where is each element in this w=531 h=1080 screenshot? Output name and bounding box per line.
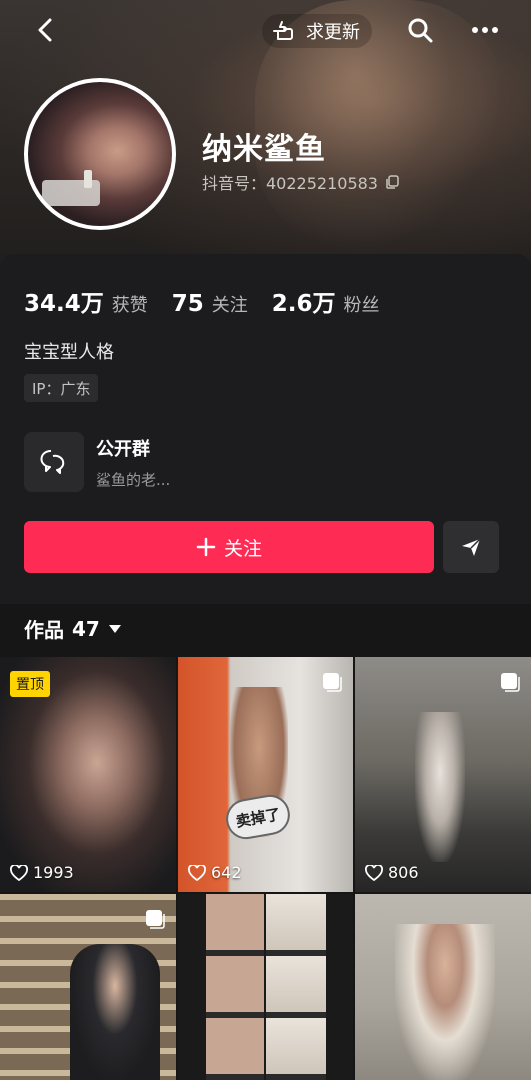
likes-value: 1993: [33, 863, 74, 882]
back-button[interactable]: [30, 14, 62, 46]
plus-icon: [196, 537, 216, 557]
search-button[interactable]: [404, 14, 436, 46]
video-tile[interactable]: 806: [355, 657, 531, 892]
follow-label: 关注: [223, 537, 262, 560]
stat-label: 获赞: [111, 295, 148, 316]
likes-count: 1993: [10, 863, 74, 882]
nickname: 纳米鲨鱼: [202, 132, 326, 167]
photo-subject: [415, 712, 465, 862]
tab-works[interactable]: 作品 47: [24, 614, 122, 643]
group-chat-icon: [24, 432, 84, 492]
share-button[interactable]: [443, 521, 499, 573]
ip-location-tag: IP：广东: [24, 374, 99, 402]
photo-subject: [395, 924, 495, 1080]
video-tile[interactable]: [0, 894, 176, 1080]
video-tile[interactable]: 卖掉了 642: [178, 657, 353, 892]
search-icon: [408, 18, 433, 43]
likes-value: 806: [388, 863, 419, 882]
stat-value: 34.4万: [24, 291, 104, 317]
avatar-photo-detail: [84, 170, 92, 188]
more-horizontal-icon: [472, 27, 498, 33]
photo-column: [206, 894, 264, 1080]
video-tile[interactable]: 置顶 1993: [0, 657, 176, 892]
group-text: 公开群 鲨鱼的老...: [96, 435, 170, 490]
group-subtitle: 鲨鱼的老...: [96, 470, 171, 489]
follow-button[interactable]: 关注: [24, 521, 434, 573]
multi-image-icon: [146, 910, 165, 929]
hand-point-icon: [273, 21, 293, 40]
avatar[interactable]: [24, 78, 176, 230]
likes-count: 642: [188, 863, 242, 882]
stat-likes[interactable]: 34.4万 获赞: [24, 284, 148, 318]
more-button[interactable]: [468, 14, 502, 46]
top-bar: 求更新: [0, 0, 531, 62]
caret-down-icon: [108, 624, 121, 633]
public-group-card[interactable]: 公开群 鲨鱼的老...: [24, 432, 170, 492]
likes-value: 642: [211, 863, 242, 882]
cat-photo-column: [266, 894, 326, 1080]
stat-following[interactable]: 75 关注: [172, 291, 248, 317]
video-tile[interactable]: [178, 894, 353, 1080]
video-tile[interactable]: [355, 894, 531, 1080]
stats-row: 34.4万 获赞 75 关注 2.6万 粉丝: [24, 284, 404, 318]
pinned-badge: 置顶: [10, 671, 50, 697]
request-update-label: 求更新: [306, 22, 360, 43]
stat-label: 关注: [211, 295, 248, 316]
douyin-id[interactable]: 抖音号：40225210583: [202, 170, 400, 194]
request-update-button[interactable]: 求更新: [262, 14, 372, 48]
works-count: 47: [72, 616, 100, 641]
send-icon: [462, 538, 481, 556]
heart-icon: [365, 864, 383, 881]
multi-image-icon: [501, 673, 520, 692]
stat-value: 75: [171, 291, 204, 317]
chevron-left-icon: [38, 18, 52, 42]
copy-icon[interactable]: [384, 174, 400, 190]
multi-image-icon: [323, 673, 342, 692]
heart-icon: [10, 864, 28, 881]
group-title: 公开群: [96, 438, 150, 460]
stat-followers[interactable]: 2.6万 粉丝: [272, 284, 380, 318]
stat-value: 2.6万: [271, 291, 336, 317]
heart-icon: [188, 864, 206, 881]
douyin-id-text: 抖音号：40225210583: [202, 174, 378, 193]
photo-subject: [70, 944, 160, 1080]
works-grid: 置顶 1993 卖掉了 642 806: [0, 657, 531, 1080]
stat-label: 粉丝: [343, 295, 380, 316]
works-label: 作品: [24, 618, 64, 642]
bio-text: 宝宝型人格: [24, 342, 114, 363]
likes-count: 806: [365, 863, 419, 882]
